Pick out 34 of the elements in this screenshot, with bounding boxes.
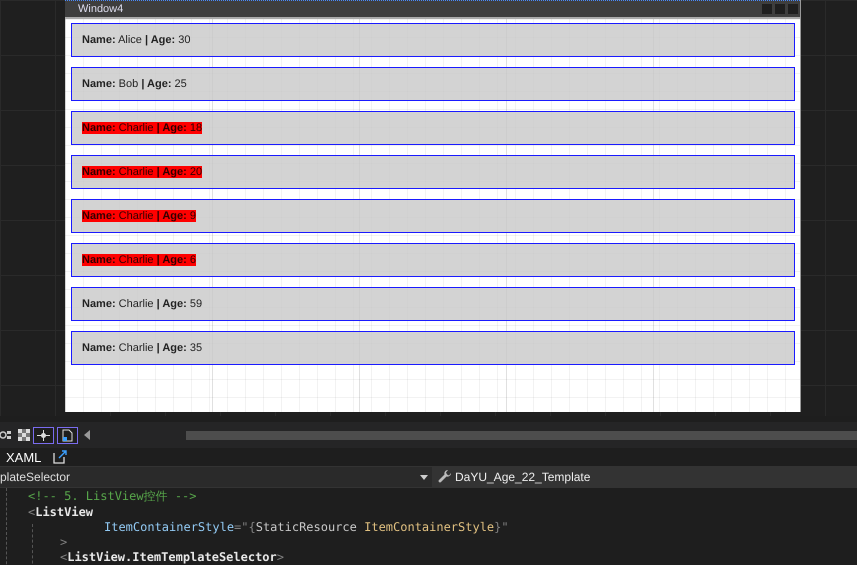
scroll-left-icon[interactable] — [84, 430, 90, 440]
list-item[interactable]: Name: Alice | Age: 30 — [71, 23, 795, 57]
item-label: Name: Charlie | Age: 59 — [82, 298, 202, 310]
code-line: > — [60, 534, 68, 548]
checkerboard-icon[interactable] — [18, 429, 30, 441]
code-line: ItemContainerStyle="{StaticResource ItemContainerStyle}" — [104, 520, 509, 534]
xaml-tab[interactable]: XAML — [6, 450, 42, 464]
item-label: Name: Charlie | Age: 9 — [82, 210, 196, 222]
type-dropdown[interactable]: plateSelector — [0, 467, 432, 487]
code-line: <ListView.ItemTemplateSelector> — [60, 550, 284, 564]
grid-icon[interactable] — [0, 429, 12, 441]
list-item[interactable]: Name: Charlie | Age: 18 — [71, 111, 795, 145]
list-item[interactable]: Name: Charlie | Age: 9 — [71, 199, 795, 233]
document-icon[interactable] — [57, 426, 78, 444]
item-label: Name: Charlie | Age: 6 — [82, 254, 196, 266]
item-label: Name: Charlie | Age: 35 — [82, 342, 202, 354]
popout-icon[interactable] — [53, 450, 68, 464]
wrench-icon — [438, 470, 452, 484]
code-line: <ListView — [28, 504, 94, 518]
scrollbar[interactable] — [186, 430, 857, 440]
item-label: Name: Charlie | Age: 18 — [82, 122, 202, 134]
item-label: Name: Charlie | Age: 20 — [82, 166, 202, 178]
list-item[interactable]: Name: Charlie | Age: 59 — [71, 287, 795, 321]
list-item[interactable]: Name: Charlie | Age: 20 — [71, 155, 795, 189]
dropdown-caret-icon — [420, 474, 428, 480]
list-item[interactable]: Name: Charlie | Age: 35 — [71, 331, 795, 365]
item-label: Name: Bob | Age: 25 — [82, 78, 187, 90]
snap-icon[interactable] — [33, 426, 54, 444]
member-dropdown[interactable]: DaYU_Age_22_Template — [432, 467, 857, 487]
code-line: <!-- 5. ListView控件 --> — [28, 488, 196, 505]
item-label: Name: Alice | Age: 30 — [82, 34, 190, 46]
list-item[interactable]: Name: Charlie | Age: 6 — [71, 243, 795, 277]
window-title: Window4 — [78, 3, 124, 15]
list-item[interactable]: Name: Bob | Age: 25 — [71, 67, 795, 101]
